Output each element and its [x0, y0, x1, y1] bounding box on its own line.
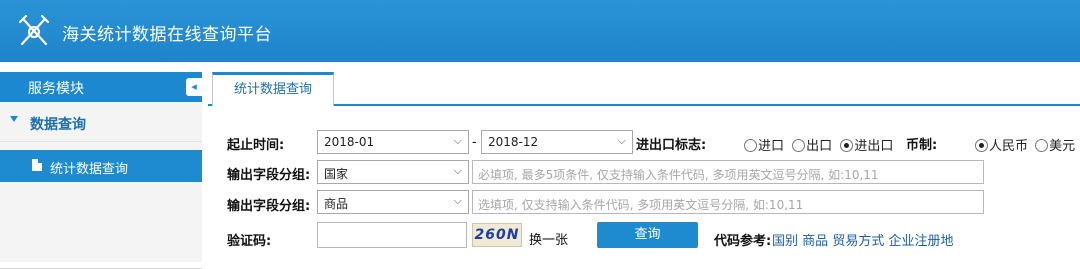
output-group-1-placeholder: 必填项, 最多5项条件, 仅支持输入条件代码, 多项用英文逗号分隔, 如:10,…	[478, 168, 879, 182]
sidebar-header-label: 服务模块	[28, 81, 84, 97]
sidebar-header: 服务模块 ◂	[0, 72, 202, 102]
end-month-value: 2018-12	[488, 135, 539, 149]
currency-radio-group: 人民币 美元	[975, 135, 1075, 154]
chevron-down-icon: ⌵	[453, 134, 462, 147]
output-group-1-label: 输出字段分组:	[227, 168, 311, 183]
sidebar-item-label: 统计数据查询	[50, 162, 129, 177]
app-header: 海关统计数据在线查询平台	[0, 0, 1080, 62]
ref-link-country[interactable]: 国别	[772, 234, 798, 249]
tab-bar: 统计数据查询	[208, 72, 1080, 106]
ref-link-commodity[interactable]: 商品	[802, 234, 828, 249]
end-month-select[interactable]: 2018-12 ⌵	[481, 130, 633, 154]
query-button[interactable]: 查询	[597, 222, 698, 248]
sidebar-item-statistics-query[interactable]: 统计数据查询	[0, 150, 202, 182]
range-separator: -	[472, 135, 477, 150]
collapse-sidebar-icon[interactable]: ◂	[186, 78, 202, 96]
import-export-radio-group: 进口 出口 进出口	[744, 135, 893, 154]
ref-link-trade-mode[interactable]: 贸易方式	[832, 234, 884, 249]
sidebar-group-data-query[interactable]: 数据查询	[0, 102, 202, 142]
radio-import[interactable]: 进口	[744, 139, 784, 154]
radio-import-export[interactable]: 进出口	[840, 139, 893, 154]
start-month-select[interactable]: 2018-01 ⌵	[317, 130, 469, 154]
import-export-flag-label: 进出口标志:	[636, 138, 707, 153]
currency-label: 币制:	[906, 138, 938, 153]
document-icon	[32, 159, 42, 171]
code-reference-label: 代码参考:	[714, 234, 772, 249]
customs-logo-icon	[18, 14, 50, 46]
output-group-2-placeholder: 选填项, 仅支持输入条件代码, 多项用英文逗号分隔, 如:10,11	[478, 198, 804, 212]
code-reference-links: 国别 商品 贸易方式 企业注册地	[772, 230, 953, 249]
output-group-2-codes-input[interactable]: 选填项, 仅支持输入条件代码, 多项用英文逗号分隔, 如:10,11	[472, 190, 984, 214]
chevron-down-icon: ⌵	[453, 194, 462, 207]
output-group-2-value: 商品	[324, 197, 349, 211]
output-group-2-select[interactable]: 商品 ⌵	[317, 190, 469, 214]
tab-statistics-query[interactable]: 统计数据查询	[212, 72, 334, 106]
app-title: 海关统计数据在线查询平台	[62, 25, 272, 45]
start-month-value: 2018-01	[324, 135, 375, 149]
captcha-label: 验证码:	[227, 234, 272, 249]
output-group-1-codes-input[interactable]: 必填项, 最多5项条件, 仅支持输入条件代码, 多项用英文逗号分隔, 如:10,…	[472, 160, 984, 184]
chevron-down-icon: ⌵	[617, 134, 626, 147]
output-group-2-label: 输出字段分组:	[227, 199, 311, 214]
radio-export[interactable]: 出口	[792, 139, 832, 154]
caret-down-icon	[10, 116, 18, 122]
radio-rmb[interactable]: 人民币	[975, 139, 1028, 154]
output-group-1-value: 国家	[324, 167, 349, 181]
time-range-label: 起止时间:	[227, 138, 285, 153]
captcha-image[interactable]: 260N	[472, 223, 522, 247]
sidebar-group-label: 数据查询	[30, 117, 86, 133]
radio-usd[interactable]: 美元	[1035, 139, 1075, 154]
chevron-down-icon: ⌵	[453, 164, 462, 177]
captcha-input[interactable]	[317, 222, 467, 248]
output-group-1-select[interactable]: 国家 ⌵	[317, 160, 469, 184]
sidebar: 服务模块 ◂ 数据查询 统计数据查询	[0, 72, 202, 269]
refresh-captcha-link[interactable]: 换一张	[529, 229, 568, 248]
ref-link-enterprise-location[interactable]: 企业注册地	[888, 234, 953, 249]
